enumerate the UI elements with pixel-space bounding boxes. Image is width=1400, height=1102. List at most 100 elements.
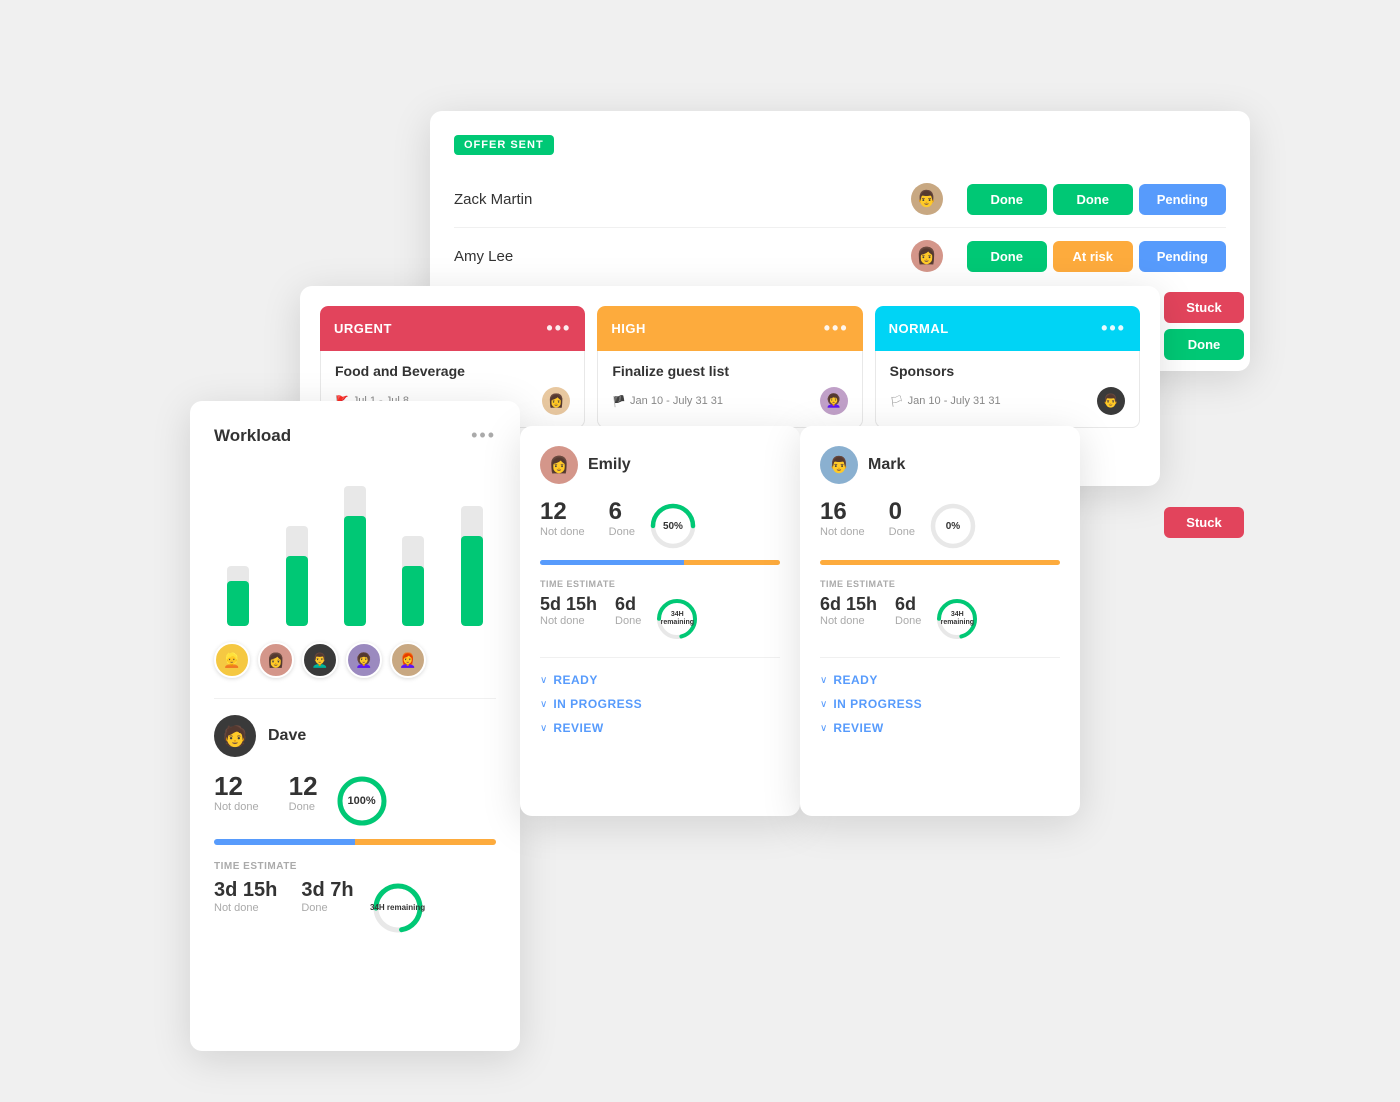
avatar-task-normal: 👨: [1097, 387, 1125, 415]
mark-name: Mark: [868, 456, 905, 474]
kanban-dots-urgent[interactable]: •••: [546, 318, 571, 339]
stuck-btn-right-1[interactable]: Stuck: [1164, 292, 1244, 323]
offer-row-zack: Zack Martin 👨 Done Done Pending: [454, 171, 1226, 228]
main-scene: OFFER SENT Zack Martin 👨 Done Done Pendi…: [150, 71, 1250, 1031]
dave-done-label: Done: [289, 801, 318, 813]
emily-bar-blue: [540, 560, 684, 565]
emily-section-ready[interactable]: ∨ READY: [540, 668, 780, 692]
dave-time-ring: 34H remaining: [370, 880, 426, 936]
emily-time-ring: 34Hremaining: [653, 595, 701, 643]
emily-divider: [540, 657, 780, 658]
emily-time-not-done-val: 5d 15h: [540, 595, 597, 613]
kanban-label-normal: NORMAL: [889, 321, 949, 336]
workload-chart: [214, 466, 496, 626]
workload-title: Workload: [214, 426, 291, 446]
emily-done-label: Done: [609, 526, 635, 538]
mark-time-stats: 6d 15h Not done 6d Done: [820, 595, 921, 627]
status-done-btn-2[interactable]: Done: [1053, 184, 1133, 215]
kanban-dots-normal[interactable]: •••: [1101, 318, 1126, 339]
workload-dots[interactable]: •••: [471, 425, 496, 446]
mark-section-inprogress[interactable]: ∨ IN PROGRESS: [820, 692, 1060, 716]
mark-time-label: TIME ESTIMATE: [820, 579, 1060, 589]
emily-review-label: REVIEW: [553, 721, 603, 735]
dave-time-not-done-val: 3d 15h: [214, 880, 277, 900]
emily-name: Emily: [588, 456, 631, 474]
dave-time-done-label: Done: [301, 902, 353, 914]
offer-name-amy: Amy Lee: [454, 248, 911, 265]
dave-time-done: 3d 7h Done: [301, 880, 353, 914]
dave-not-done-number: 12: [214, 773, 259, 799]
emily-percent: 50%: [663, 521, 683, 532]
emily-time-not-done: 5d 15h Not done: [540, 595, 597, 627]
bar-1: [227, 566, 249, 626]
kanban-header-urgent: URGENT •••: [320, 306, 585, 351]
chart-avatar-3: 👨‍🦱: [302, 642, 338, 678]
emily-ready-label: READY: [553, 673, 598, 687]
bar-fill-4: [402, 566, 424, 626]
mark-divider: [820, 657, 1060, 658]
mark-stats: 16 Not done 0 Done: [820, 500, 915, 538]
dave-done-number: 12: [289, 773, 318, 799]
dave-time-remaining: 34H remaining: [370, 903, 425, 913]
workload-divider: [214, 698, 496, 699]
status-atrisk-amy[interactable]: At risk: [1053, 241, 1133, 272]
chart-col-5: [448, 506, 496, 626]
chart-col-4: [389, 536, 437, 626]
status-pending-amy[interactable]: Pending: [1139, 241, 1226, 272]
mark-header: 👨 Mark: [820, 446, 1060, 484]
emily-done: 6 Done: [609, 500, 635, 538]
offer-row-amy: Amy Lee 👩 Done At risk Pending: [454, 228, 1226, 284]
chart-col-3: [331, 486, 379, 626]
emily-section-review[interactable]: ∨ REVIEW: [540, 716, 780, 740]
bar-fill-3: [344, 516, 366, 626]
bar-fill-5: [461, 536, 483, 626]
emily-time-label: TIME ESTIMATE: [540, 579, 780, 589]
emily-not-done-label: Not done: [540, 526, 585, 538]
bar-fill-1: [227, 581, 249, 626]
emily-progress-ring: 50%: [647, 500, 699, 552]
stuck-btn-right-2[interactable]: Stuck: [1164, 507, 1244, 538]
kanban-meta-high: 🏴 Jan 10 - July 31 31 👩‍🦱: [612, 387, 847, 415]
status-done-btn[interactable]: Done: [967, 184, 1047, 215]
dave-name: Dave: [268, 727, 306, 745]
mark-time-done-val: 6d: [895, 595, 921, 613]
dave-done: 12 Done: [289, 773, 318, 813]
emily-not-done: 12 Not done: [540, 500, 585, 538]
chart-col-1: [214, 566, 262, 626]
emily-inprogress-label: IN PROGRESS: [553, 697, 642, 711]
offer-sent-badge: OFFER SENT: [454, 135, 554, 155]
bar-fill-2: [286, 556, 308, 626]
mark-review-label: REVIEW: [833, 721, 883, 735]
done-btn-right[interactable]: Done: [1164, 329, 1244, 360]
mark-section-review[interactable]: ∨ REVIEW: [820, 716, 1060, 740]
emily-done-number: 6: [609, 500, 635, 524]
status-pending-btn[interactable]: Pending: [1139, 184, 1226, 215]
mark-not-done-label: Not done: [820, 526, 865, 538]
emily-time-remaining: 34Hremaining: [661, 611, 694, 628]
dave-time-not-done-label: Not done: [214, 902, 277, 914]
emily-time-stats: 5d 15h Not done 6d Done: [540, 595, 641, 627]
status-done-amy[interactable]: Done: [967, 241, 1047, 272]
bar-4: [402, 536, 424, 626]
dave-progress-ring: 100%: [334, 773, 390, 829]
chart-avatar-5: 👩‍🦰: [390, 642, 426, 678]
dave-time-label: TIME ESTIMATE: [214, 861, 496, 872]
kanban-body-normal: Sponsors 🏳 Jan 10 - July 31 31 👨: [875, 351, 1140, 428]
dave-time-stats: 3d 15h Not done 3d 7h Done: [214, 880, 354, 914]
kanban-header-high: HIGH •••: [597, 306, 862, 351]
kanban-dots-high[interactable]: •••: [824, 318, 849, 339]
mark-section-ready[interactable]: ∨ READY: [820, 668, 1060, 692]
mark-time-d-label: Done: [895, 615, 921, 627]
avatar-zack: 👨: [911, 183, 943, 215]
bar-2: [286, 526, 308, 626]
kanban-task-urgent: Food and Beverage: [335, 363, 570, 379]
chevron-inprogress: ∨: [540, 699, 547, 710]
mark-ready-label: READY: [833, 673, 878, 687]
mark-time-nd-label: Not done: [820, 615, 877, 627]
mark-done: 0 Done: [889, 500, 915, 538]
kanban-date-normal: 🏳 Jan 10 - July 31 31: [890, 395, 1001, 408]
dave-percent: 100%: [348, 795, 376, 807]
dave-section: 🧑 Dave 12 Not done 12 Done: [214, 715, 496, 936]
mark-progress-bar: [820, 560, 1060, 565]
emily-section-inprogress[interactable]: ∨ IN PROGRESS: [540, 692, 780, 716]
